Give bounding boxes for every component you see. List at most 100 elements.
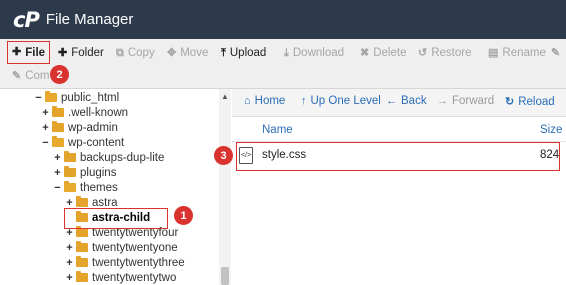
expand-icon[interactable]: +	[53, 152, 62, 164]
column-header-name[interactable]: Name	[262, 124, 293, 136]
folder-icon	[76, 256, 88, 267]
tree-item-themes[interactable]: − themes	[53, 180, 118, 195]
reload-button-label: Reload	[518, 95, 555, 108]
file-size: 824	[540, 149, 560, 161]
expand-icon[interactable]: +	[65, 257, 74, 269]
tree-item-twentytwentytwo[interactable]: + twentytwentytwo	[65, 270, 176, 285]
folder-open-icon	[52, 136, 64, 147]
folder-icon	[76, 226, 88, 237]
tree-item-label: public_html	[61, 91, 120, 104]
close-icon: ✖	[360, 46, 370, 59]
edit-button[interactable]: ✎	[551, 44, 560, 62]
upload-button-label: Upload	[229, 47, 267, 59]
reload-icon: ↻	[505, 96, 515, 108]
tree-item-label: astra	[92, 196, 118, 209]
tree-item-label: twentytwentytwo	[92, 271, 177, 284]
tree-item-label: .well-known	[68, 106, 129, 119]
copy-button[interactable]: ⧉ Copy	[116, 44, 155, 62]
callout-badge-1: 1	[174, 206, 193, 225]
restore-icon: ↺	[418, 46, 428, 59]
folder-icon	[52, 106, 64, 117]
scrollbar-thumb[interactable]	[221, 267, 229, 285]
arrow-right-icon: →	[437, 95, 448, 107]
tree-item-twentytwentythree[interactable]: + twentytwentythree	[65, 255, 185, 270]
file-button-label: File	[25, 46, 46, 59]
tree-item-label: twentytwentyone	[92, 241, 178, 254]
delete-button-label: Delete	[373, 47, 407, 59]
pencil-icon: ✎	[551, 46, 561, 59]
app-header: cP File Manager	[0, 0, 566, 39]
copy-icon: ⧉	[116, 46, 124, 59]
forward-button[interactable]: → Forward	[437, 95, 494, 107]
file-name: style.css	[262, 149, 307, 161]
move-button[interactable]: ✥ Move	[167, 44, 208, 62]
tree-item-label: themes	[80, 181, 118, 194]
app-title: File Manager	[45, 11, 134, 28]
home-icon: ⌂	[244, 95, 251, 107]
upload-icon: ⤒	[221, 46, 226, 59]
expand-icon[interactable]: +	[65, 197, 74, 209]
tree-item-label: plugins	[80, 166, 117, 179]
tree-item-plugins[interactable]: + plugins	[53, 165, 116, 180]
tree-item-well-known[interactable]: + .well-known	[41, 105, 128, 120]
restore-button[interactable]: ↺ Restore	[418, 44, 472, 62]
rename-button[interactable]: ▤ Rename	[488, 44, 546, 62]
folder-icon	[52, 121, 64, 132]
tree-item-label: twentytwentythree	[92, 256, 185, 269]
home-button[interactable]: ⌂ Home	[244, 95, 285, 107]
tree-item-public-html[interactable]: − public_html	[34, 90, 119, 105]
level-up-icon: ↑	[301, 95, 307, 107]
folder-icon	[76, 271, 88, 282]
cpanel-logo: cP	[13, 7, 40, 32]
forward-button-label: Forward	[452, 95, 495, 107]
file-list-header: Name Size	[232, 118, 566, 142]
download-button-label: Download	[292, 47, 345, 59]
back-button[interactable]: ← Back	[386, 95, 427, 107]
plus-icon: ✚	[12, 46, 22, 58]
compress-button-label: Com	[25, 70, 50, 82]
reload-button[interactable]: ↻ Reload	[505, 95, 555, 109]
rename-icon: ▤	[488, 46, 499, 59]
toolbar: ✚ File ✚ Folder ⧉ Copy ✥ Move ⤒ Upload ⤓…	[0, 39, 566, 89]
expand-icon[interactable]: +	[65, 272, 74, 284]
expand-icon[interactable]: +	[41, 107, 50, 119]
directory-tree: − public_html + .well-known + wp-admin −…	[0, 89, 231, 285]
highlight-box-astra-child	[64, 208, 168, 229]
tree-item-wp-content[interactable]: − wp-content	[41, 135, 124, 150]
expand-icon[interactable]: +	[53, 167, 62, 179]
folder-icon	[76, 241, 88, 252]
copy-button-label: Copy	[127, 47, 155, 59]
upload-button[interactable]: ⤒ Upload	[221, 44, 266, 62]
expand-icon[interactable]: +	[41, 122, 50, 134]
tree-item-label: wp-content	[68, 136, 125, 149]
rename-button-label: Rename	[502, 47, 546, 59]
tree-scrollbar[interactable]: ▲	[219, 89, 231, 285]
column-header-size[interactable]: Size	[540, 124, 562, 136]
move-icon: ✥	[167, 46, 177, 59]
collapse-icon[interactable]: −	[53, 182, 62, 194]
folder-button[interactable]: ✚ Folder	[58, 44, 104, 62]
table-row[interactable]: </> style.css 824	[236, 142, 560, 171]
expand-icon[interactable]: +	[65, 242, 74, 254]
tree-item-label: wp-admin	[68, 121, 118, 134]
file-button[interactable]: ✚ File	[7, 41, 51, 64]
collapse-icon[interactable]: −	[34, 92, 43, 104]
download-icon: ⤓	[284, 46, 289, 59]
move-button-label: Move	[180, 47, 209, 59]
download-button[interactable]: ⤓ Download	[284, 44, 344, 62]
tree-item-wp-admin[interactable]: + wp-admin	[41, 120, 118, 135]
compress-button[interactable]: ✎ Com	[12, 67, 50, 85]
tree-item-twentytwentyone[interactable]: + twentytwentyone	[65, 240, 178, 255]
css-file-icon: </>	[239, 147, 253, 164]
compress-icon: ✎	[12, 69, 22, 82]
folder-icon	[64, 166, 76, 177]
folder-icon	[64, 151, 76, 162]
up-one-level-button[interactable]: ↑ Up One Level	[301, 95, 381, 107]
tree-item-backups-dup-lite[interactable]: + backups-dup-lite	[53, 150, 164, 165]
folder-open-icon	[45, 91, 57, 102]
plus-icon: ✚	[58, 46, 68, 59]
collapse-icon[interactable]: −	[41, 137, 50, 149]
scroll-up-arrow-icon[interactable]: ▲	[221, 92, 229, 101]
folder-icon	[76, 196, 88, 207]
delete-button[interactable]: ✖ Delete	[360, 44, 406, 62]
